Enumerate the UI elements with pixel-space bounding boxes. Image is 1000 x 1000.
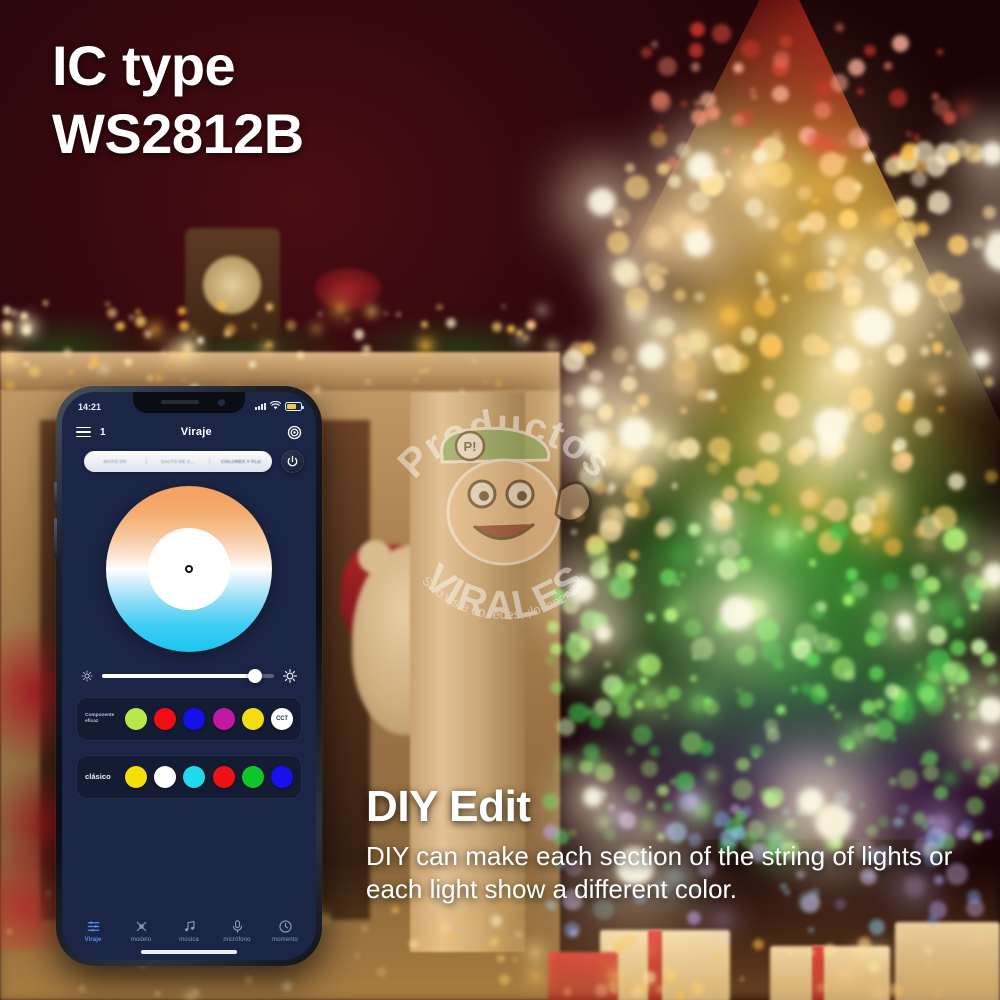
pattern-icon: [134, 919, 149, 934]
bottom-tab-bar: Viraje modelo música micrófono momento: [62, 898, 316, 950]
music-note-icon: [182, 919, 197, 934]
tab-musica[interactable]: música: [165, 919, 213, 946]
swatch-magenta[interactable]: [212, 708, 235, 730]
classic-palette-label: clásico: [85, 772, 111, 782]
wifi-icon: [269, 400, 282, 412]
mode-segmented-control[interactable]: MATIZ DE SALTO DE C... COLORES Y FLU: [84, 451, 272, 472]
tab-momento[interactable]: momento: [261, 919, 309, 946]
volume-up-button[interactable]: [54, 482, 57, 508]
mode-segment-2[interactable]: COLORES Y FLU: [209, 459, 272, 464]
swatch-cct[interactable]: CCT: [270, 708, 293, 730]
status-time: 14:21: [78, 401, 102, 412]
tab-microfono[interactable]: micrófono: [213, 919, 261, 946]
brightness-slider[interactable]: [102, 669, 274, 683]
mode-row: MATIZ DE SALTO DE C... COLORES Y FLU: [62, 447, 316, 473]
effective-component-palette: Componente eficaz CCT: [76, 697, 302, 741]
sliders-icon: [86, 919, 101, 934]
tab-modelo[interactable]: modelo: [117, 919, 165, 946]
tab-label: micrófono: [223, 937, 251, 944]
swatch-yellow[interactable]: [241, 708, 264, 730]
brightness-high-icon: [283, 669, 297, 683]
palette-label: Componente eficaz: [85, 713, 115, 724]
hamburger-menu-icon[interactable]: [76, 426, 91, 438]
classic-swatch-blue[interactable]: [270, 766, 293, 788]
phone-notch: [133, 392, 245, 413]
smartphone-mockup: 14:21 1 Viraje MATIZ DE SALTO DE C... CO…: [54, 386, 322, 966]
feature-callout: DIY Edit DIY can make each section of th…: [366, 782, 994, 907]
headline-line-2: WS2812B: [52, 102, 304, 166]
headline-line-1: IC type: [52, 34, 236, 97]
brightness-low-icon: [81, 670, 93, 682]
color-wheel-section: [62, 473, 316, 652]
mode-segment-1[interactable]: SALTO DE C...: [146, 459, 209, 464]
front-camera: [218, 399, 225, 406]
tab-viraje[interactable]: Viraje: [69, 919, 117, 946]
palette-swatches: CCT: [125, 708, 293, 730]
cellular-signal-icon: [255, 402, 266, 411]
swatch-blue[interactable]: [183, 708, 206, 730]
classic-swatch-red[interactable]: [212, 766, 235, 788]
classic-palette: clásico: [76, 755, 302, 799]
classic-swatch-white[interactable]: [154, 766, 177, 788]
app-bar: 1 Viraje: [62, 417, 316, 447]
battery-icon: [285, 402, 304, 411]
power-button[interactable]: [281, 450, 304, 473]
mantel-clock: [185, 228, 280, 338]
volume-down-button[interactable]: [54, 518, 57, 558]
earpiece-speaker: [161, 400, 199, 404]
tab-label: Viraje: [84, 937, 102, 944]
classic-palette-swatches: [125, 766, 293, 788]
brightness-row: [62, 652, 316, 683]
power-icon: [287, 456, 298, 467]
device-count: 1: [100, 426, 106, 438]
classic-swatch-cyan[interactable]: [183, 766, 206, 788]
mode-segment-0[interactable]: MATIZ DE: [84, 459, 146, 464]
feature-title: DIY Edit: [366, 782, 531, 831]
classic-swatch-green[interactable]: [241, 766, 264, 788]
microphone-icon: [230, 919, 245, 934]
clock-icon: [278, 919, 293, 934]
tab-label: modelo: [130, 937, 152, 944]
feature-body: DIY can make each section of the string …: [366, 841, 953, 905]
swatch-red[interactable]: [154, 708, 177, 730]
page-headline: IC type WS2812B: [52, 34, 304, 166]
tab-label: momento: [272, 937, 298, 944]
tab-label: música: [179, 937, 199, 944]
swatch-yellow-green[interactable]: [125, 708, 147, 730]
phone-screen: 14:21 1 Viraje MATIZ DE SALTO DE C... CO…: [62, 392, 316, 960]
classic-swatch-yellow[interactable]: [125, 766, 147, 788]
color-wheel-knob[interactable]: [185, 565, 193, 573]
red-bow-decoration: [315, 268, 381, 310]
cct-color-wheel[interactable]: [106, 486, 272, 652]
gear-icon[interactable]: [287, 425, 302, 440]
home-indicator[interactable]: [141, 950, 237, 954]
teddy-bear-ear-left: [358, 540, 392, 574]
brightness-slider-thumb[interactable]: [248, 669, 263, 683]
app-title: Viraje: [180, 426, 212, 438]
